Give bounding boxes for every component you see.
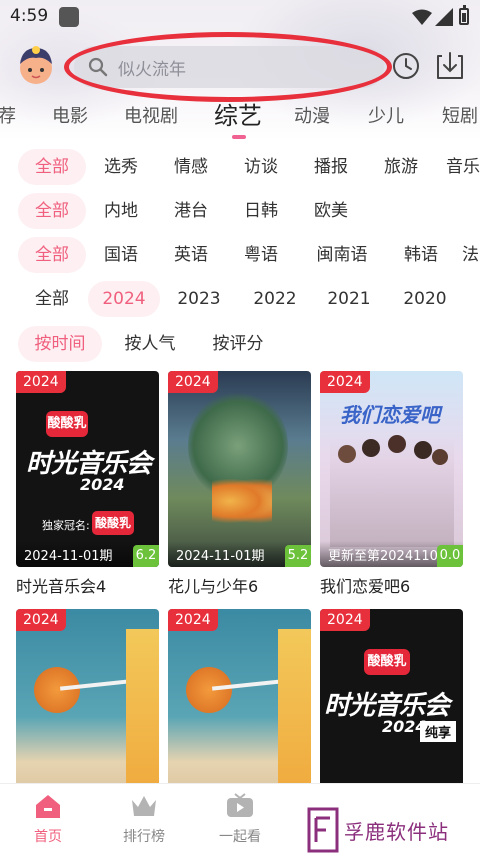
episode-label: 2024-11-01期	[24, 549, 113, 564]
nav-home[interactable]: 首页	[8, 792, 88, 846]
poster-title-art: 我们恋爱吧	[340, 403, 440, 427]
poster-butterfly-art	[212, 479, 272, 523]
filter-year-item[interactable]: 2021	[316, 281, 382, 317]
download-icon[interactable]	[434, 50, 466, 82]
nav-watch-together[interactable]: 一起看	[200, 792, 280, 846]
video-title: 我们恋爱吧6	[320, 577, 411, 596]
filter-row-type: 全部 选秀 情感 访谈 播报 旅游 音乐	[0, 149, 480, 185]
active-tab-indicator	[232, 135, 246, 139]
filter-language-item[interactable]: 国语	[92, 237, 150, 273]
score-badge: 0.0	[437, 545, 463, 567]
score-badge: 6.2	[133, 545, 159, 567]
filter-year-item[interactable]: 2022	[242, 281, 308, 317]
tab-movies[interactable]: 电影	[52, 102, 88, 128]
highlight-circle-annotation	[64, 32, 392, 102]
filter-region-item[interactable]: 港台	[162, 193, 220, 229]
video-card[interactable]: 我们恋爱吧 2024 更新至第20241104期 0.0 我们恋爱吧6	[320, 371, 463, 597]
video-title: 时光音乐会4	[16, 577, 107, 596]
tv-icon	[227, 793, 253, 817]
poster-tag: 纯享	[420, 721, 457, 742]
category-tabs: 荐 电影 电视剧 综艺 动漫 少儿 短剧	[0, 96, 480, 140]
status-bar: 4:59	[0, 0, 480, 34]
nav-ranking-label: 排行榜	[123, 829, 165, 845]
wifi-icon	[412, 9, 432, 25]
year-badge: 2024	[320, 609, 370, 631]
nav-watch-together-label: 一起看	[219, 829, 261, 845]
notification-icon	[59, 7, 79, 27]
filter-row-year: 全部 2024 2023 2022 2021 2020	[0, 281, 480, 317]
filter-year-all[interactable]: 全部	[18, 281, 86, 317]
tab-short-drama[interactable]: 短剧	[442, 102, 478, 128]
sort-by-time[interactable]: 按时间	[18, 326, 102, 362]
history-icon[interactable]	[392, 52, 420, 80]
filter-language-item[interactable]: 法	[462, 237, 480, 273]
filter-type-item[interactable]: 访谈	[232, 149, 290, 185]
home-icon	[36, 795, 60, 818]
watermark-logo-icon	[307, 807, 339, 853]
filter-type-item[interactable]: 选秀	[92, 149, 150, 185]
poster-brand-badge: 酸酸乳	[46, 411, 88, 437]
video-poster: 2024 2024-11-01期 5.2	[168, 371, 311, 567]
sort-by-rating[interactable]: 按评分	[196, 326, 280, 362]
filter-region-all[interactable]: 全部	[18, 193, 86, 229]
filter-type-all[interactable]: 全部	[18, 149, 86, 185]
video-card[interactable]: 2024	[16, 609, 159, 805]
avatar[interactable]	[14, 42, 58, 86]
filter-type-item[interactable]: 音乐	[446, 149, 480, 185]
episode-label: 更新至第20241104期	[328, 549, 443, 564]
filter-row-region: 全部 内地 港台 日韩 欧美	[0, 193, 480, 229]
year-badge: 2024	[320, 371, 370, 393]
status-time: 4:59	[10, 6, 49, 26]
score-badge: 5.2	[285, 545, 311, 567]
filter-language-item[interactable]: 韩语	[392, 237, 450, 273]
filter-type-item[interactable]: 播报	[302, 149, 360, 185]
filter-year-item[interactable]: 2020	[392, 281, 458, 317]
filter-year-item[interactable]: 2024	[88, 281, 160, 317]
video-poster: 酸酸乳 时光音乐会 2024 纯享 2024	[320, 609, 463, 805]
video-poster: 我们恋爱吧 2024 更新至第20241104期 0.0	[320, 371, 463, 567]
watermark-text: 孚鹿软件站	[344, 820, 449, 844]
tab-variety[interactable]: 综艺	[214, 96, 262, 131]
video-card[interactable]: 酸酸乳 时光音乐会 2024 独家冠名: 酸酸乳 2024 2024-11-01…	[16, 371, 159, 597]
filter-language-item[interactable]: 粤语	[232, 237, 290, 273]
filter-row-sort: 按时间 按人气 按评分	[0, 326, 480, 362]
filter-language-item[interactable]: 闽南语	[306, 237, 378, 273]
watermark: 孚鹿软件站	[306, 806, 472, 854]
battery-icon	[459, 5, 469, 25]
video-card[interactable]: 2024 2024-11-01期 5.2 花儿与少年6	[168, 371, 311, 597]
video-title: 花儿与少年6	[168, 577, 259, 596]
signal-icon	[435, 8, 453, 26]
filter-region-item[interactable]: 欧美	[302, 193, 360, 229]
filter-language-all[interactable]: 全部	[18, 237, 86, 273]
filter-year-item[interactable]: 2023	[166, 281, 232, 317]
poster-sponsor-label: 独家冠名:	[42, 519, 90, 532]
video-poster: 酸酸乳 时光音乐会 2024 独家冠名: 酸酸乳 2024 2024-11-01…	[16, 371, 159, 567]
sort-by-popularity[interactable]: 按人气	[108, 326, 192, 362]
video-card[interactable]: 2024	[168, 609, 311, 805]
nav-ranking[interactable]: 排行榜	[104, 792, 184, 846]
nav-home-label: 首页	[34, 829, 62, 845]
tab-kids[interactable]: 少儿	[368, 102, 404, 128]
year-badge: 2024	[168, 371, 218, 393]
video-poster: 2024	[16, 609, 159, 805]
tab-tv-series[interactable]: 电视剧	[124, 102, 178, 128]
filter-row-language: 全部 国语 英语 粤语 闽南语 韩语 法	[0, 237, 480, 273]
filter-type-item[interactable]: 旅游	[372, 149, 430, 185]
episode-label: 2024-11-01期	[176, 549, 265, 564]
tab-anime[interactable]: 动漫	[294, 102, 330, 128]
tab-recommend[interactable]: 荐	[0, 102, 16, 128]
year-badge: 2024	[16, 371, 66, 393]
filter-region-item[interactable]: 日韩	[232, 193, 290, 229]
crown-icon	[132, 796, 156, 816]
video-poster: 2024	[168, 609, 311, 805]
year-badge: 2024	[16, 609, 66, 631]
filter-type-item[interactable]: 情感	[162, 149, 220, 185]
filter-region-item[interactable]: 内地	[92, 193, 150, 229]
poster-sponsor-logo: 酸酸乳	[92, 511, 134, 535]
year-badge: 2024	[168, 609, 218, 631]
filter-language-item[interactable]: 英语	[162, 237, 220, 273]
poster-brand-badge: 酸酸乳	[364, 649, 410, 675]
poster-year-art: 2024	[80, 475, 125, 494]
video-card[interactable]: 酸酸乳 时光音乐会 2024 纯享 2024	[320, 609, 463, 805]
